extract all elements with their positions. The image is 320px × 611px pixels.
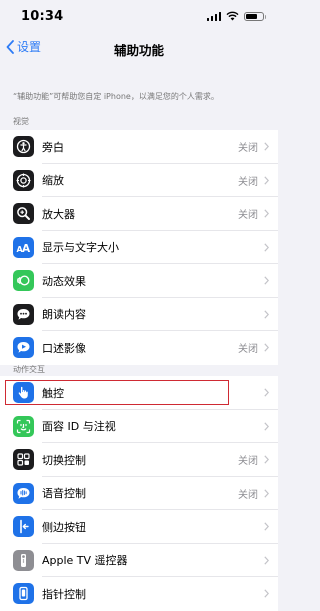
- voiceover-icon: [13, 136, 34, 157]
- chevron-right-icon: [264, 242, 269, 252]
- audio-desc-icon: [13, 337, 34, 358]
- row-audio-desc[interactable]: 口述影像 关闭: [0, 331, 278, 365]
- battery-icon: [244, 11, 266, 21]
- row-motion[interactable]: 动态效果: [0, 264, 278, 298]
- row-face-id[interactable]: 面容 ID 与注视: [0, 410, 278, 443]
- page-title: 辅助功能: [113, 43, 164, 58]
- text-size-icon: AA: [13, 236, 34, 258]
- chevron-right-icon: [264, 388, 269, 397]
- chevron-right-icon: [264, 175, 269, 185]
- chevron-right-icon: [264, 555, 269, 565]
- row-label: 动态效果: [42, 274, 86, 288]
- row-value: 关闭: [238, 456, 258, 468]
- row-value: 关闭: [238, 176, 258, 188]
- row-value: 关闭: [238, 489, 258, 501]
- magnifier-icon: [13, 203, 34, 224]
- chevron-right-icon: [264, 276, 269, 285]
- chevron-right-icon: [264, 589, 269, 598]
- row-label: 切换控制: [42, 453, 86, 467]
- voice-control-icon: [13, 482, 34, 504]
- chevron-right-icon: [264, 309, 269, 319]
- row-label: 语音控制: [42, 487, 86, 501]
- status-icons: [206, 11, 266, 21]
- section-header-vision: 视觉: [13, 117, 29, 126]
- row-label: 朗读内容: [42, 308, 86, 322]
- row-label: Apple TV 遥控器: [42, 554, 128, 568]
- vision-list: 旁白 关闭 缩放 关闭 放大器 关闭 AA 显示与文字大小 动态效果 朗读内容 …: [0, 130, 278, 365]
- motion-icon: [13, 270, 34, 291]
- row-label: 缩放: [42, 174, 64, 188]
- spoken-icon: [13, 303, 34, 325]
- row-value: 关闭: [238, 344, 258, 356]
- row-label: 指针控制: [42, 587, 86, 601]
- row-label: 面容 ID 与注视: [42, 420, 116, 434]
- face-id-icon: [13, 415, 34, 437]
- row-label: 口述影像: [42, 341, 86, 355]
- side-button-icon: [13, 516, 34, 537]
- description-text: “辅助功能”可帮助您自定 iPhone，以满足您的个人需求。: [13, 92, 219, 101]
- row-apple-tv-remote[interactable]: Apple TV 遥控器: [0, 544, 278, 577]
- navigation-bar: 设置 辅助功能: [0, 34, 278, 62]
- row-switch-control[interactable]: 切换控制 关闭: [0, 443, 278, 477]
- row-spoken[interactable]: 朗读内容: [0, 298, 278, 331]
- row-magnifier[interactable]: 放大器 关闭: [0, 197, 278, 231]
- signal-icon: [206, 11, 221, 21]
- row-voiceover[interactable]: 旁白 关闭: [0, 130, 278, 164]
- chevron-right-icon: [264, 522, 269, 531]
- chevron-right-icon: [264, 343, 269, 352]
- zoom-icon: [13, 169, 34, 191]
- remote-icon: [13, 549, 34, 571]
- row-pointer-control[interactable]: 指针控制: [0, 577, 278, 611]
- row-zoom[interactable]: 缩放 关闭: [0, 164, 278, 197]
- row-value: 关闭: [238, 143, 258, 155]
- row-label: 旁白: [42, 140, 64, 154]
- highlight-box: [5, 380, 229, 405]
- row-value: 关闭: [238, 210, 258, 222]
- interaction-list: 触控 面容 ID 与注视 切换控制 关闭 语音控制 关闭 侧边按钮 Apple …: [0, 376, 278, 611]
- row-display-text[interactable]: AA 显示与文字大小: [0, 231, 278, 264]
- status-time: 10:34: [21, 9, 64, 24]
- chevron-right-icon: [264, 421, 269, 431]
- chevron-right-icon: [264, 455, 269, 464]
- chevron-right-icon: [264, 142, 269, 151]
- svg-text:A: A: [22, 243, 31, 255]
- row-label: 显示与文字大小: [42, 241, 119, 255]
- row-label: 放大器: [42, 207, 75, 221]
- row-label: 侧边按钮: [42, 520, 86, 534]
- row-side-button[interactable]: 侧边按钮: [0, 510, 278, 544]
- chevron-right-icon: [264, 488, 269, 498]
- row-voice-control[interactable]: 语音控制 关闭: [0, 477, 278, 510]
- chevron-right-icon: [264, 209, 269, 218]
- pointer-icon: [13, 583, 34, 604]
- wifi-icon: [226, 11, 239, 21]
- switch-control-icon: [13, 449, 34, 470]
- status-bar: 10:34: [0, 0, 278, 34]
- section-header-interaction: 动作交互: [13, 365, 45, 374]
